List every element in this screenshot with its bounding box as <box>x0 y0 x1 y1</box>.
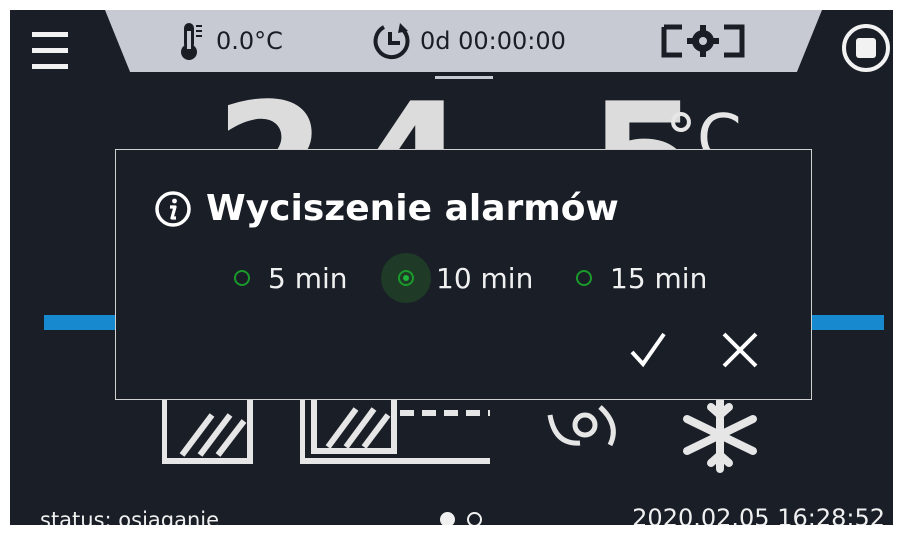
radio-button[interactable] <box>576 270 592 286</box>
confirm-button[interactable] <box>626 328 670 372</box>
stop-icon <box>856 38 876 58</box>
page-indicator-active[interactable] <box>440 512 455 525</box>
menu-icon-bar <box>32 64 68 69</box>
option-15-min[interactable]: 15 min <box>576 254 707 302</box>
radio-button-selected[interactable] <box>398 270 414 286</box>
page-indicator-inactive[interactable] <box>467 512 482 525</box>
stop-button[interactable] <box>842 24 890 72</box>
info-icon <box>155 190 191 227</box>
option-label: 10 min <box>436 261 534 295</box>
date-time: 2020.02.05 16:28:52 <box>632 504 885 525</box>
status-text: status: osiąganie <box>40 508 220 525</box>
menu-icon-bar <box>32 48 68 53</box>
fan-icon <box>547 405 616 447</box>
dialog-title: Wyciszenie alarmów <box>206 188 619 229</box>
option-10-min[interactable]: 10 min <box>381 253 534 303</box>
settings-icon <box>661 24 745 58</box>
alarm-silence-dialog: Wyciszenie alarmów 5 min 10 min 15 min <box>115 149 812 400</box>
menu-button[interactable] <box>30 28 70 78</box>
temperature-readout: 0.0°C <box>180 20 283 62</box>
program-settings-button[interactable] <box>660 20 746 62</box>
thermometer-icon <box>181 23 202 60</box>
dialog-header: Wyciszenie alarmów <box>154 188 619 229</box>
timer-text: 0d 00:00:00 <box>420 27 566 55</box>
close-icon <box>722 332 758 368</box>
timer-readout[interactable]: 0d 00:00:00 <box>370 20 566 62</box>
radio-button[interactable] <box>234 270 250 286</box>
check-icon <box>630 332 666 368</box>
cooling-snowflake-icon <box>683 397 757 473</box>
cancel-button[interactable] <box>718 328 762 372</box>
option-label: 5 min <box>268 261 348 295</box>
current-temperature-text: 0.0°C <box>216 27 283 55</box>
option-label: 15 min <box>610 261 708 295</box>
option-5-min[interactable]: 5 min <box>234 254 348 302</box>
radio-selected-highlight <box>381 253 431 303</box>
menu-icon <box>32 32 68 37</box>
controller-screen: 0.0°C 0d 00:00:00 24.5 °C <box>10 10 893 525</box>
timer-icon <box>373 23 410 60</box>
temperature-bar-right <box>810 315 884 330</box>
